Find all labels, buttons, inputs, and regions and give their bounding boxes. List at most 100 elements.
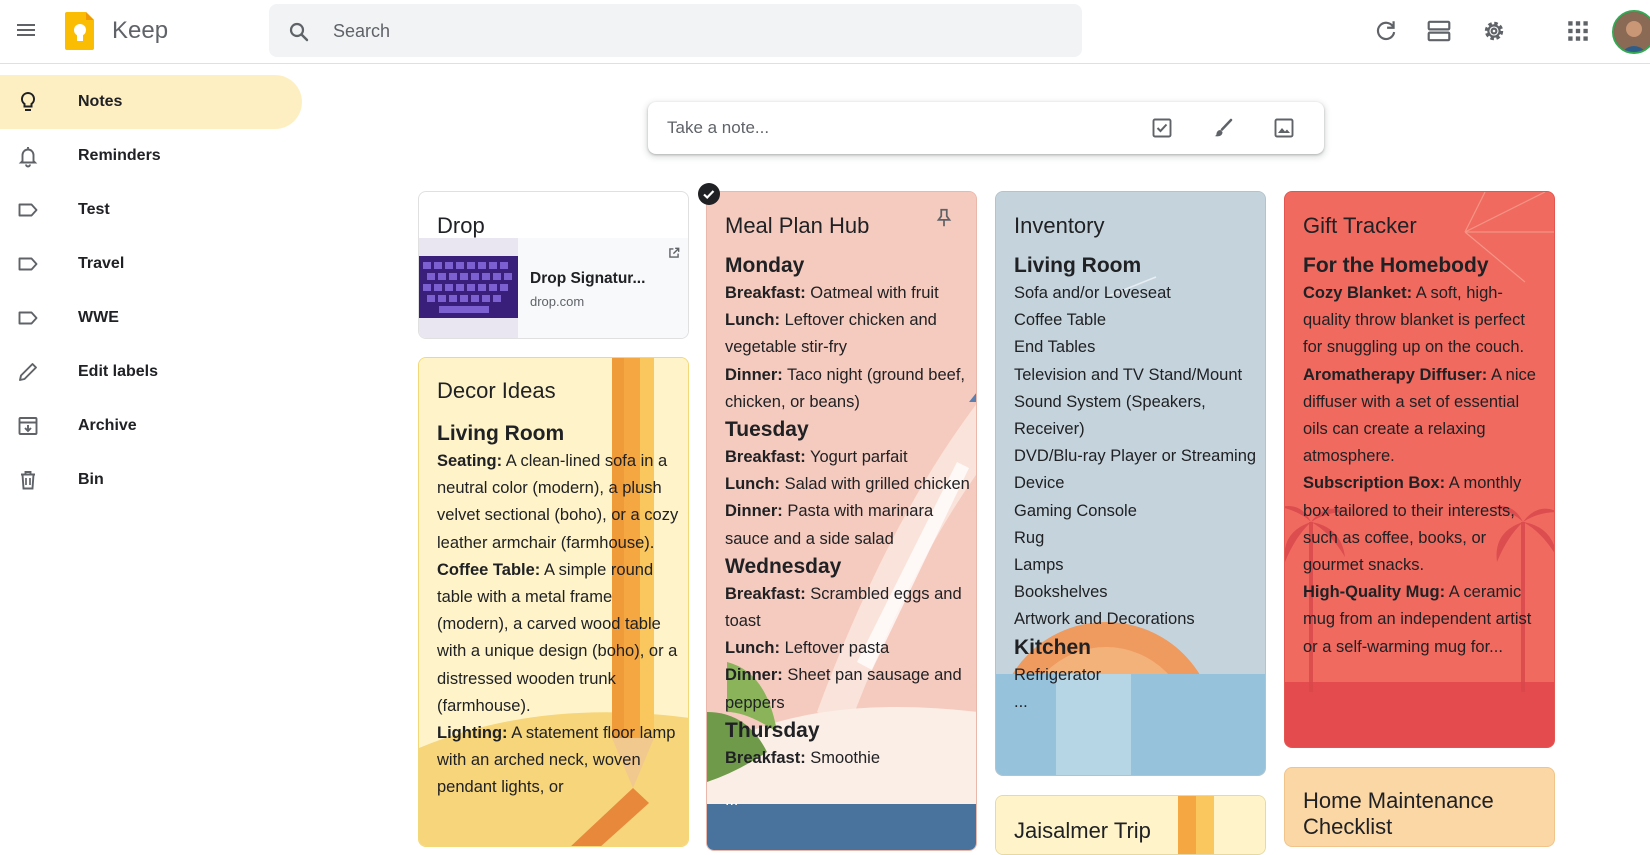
take-note-placeholder[interactable]: Take a note... xyxy=(667,102,769,154)
gift-entry: High-Quality Mug: A ceramic mug from an … xyxy=(1303,579,1545,661)
sidebar-item-label: Notes xyxy=(78,93,123,110)
main-menu-icon[interactable] xyxy=(14,18,38,42)
inventory-item: Sound System (Speakers, Receiver) xyxy=(1014,392,1206,439)
sidebar-item-notes[interactable]: Notes xyxy=(0,75,302,129)
meal-row: Dinner: Sheet pan sausage and peppers xyxy=(725,662,970,716)
search-input[interactable] xyxy=(331,4,1055,59)
open-link-icon[interactable] xyxy=(667,246,681,260)
meal-label: Breakfast: xyxy=(725,284,806,302)
trash-icon xyxy=(21,471,35,490)
keyboard-thumbnail xyxy=(419,238,518,338)
settings-icon[interactable] xyxy=(1481,18,1507,44)
note-paragraph: Seating: A clean-lined sofa in a neutral… xyxy=(437,448,679,557)
take-note-bar[interactable]: Take a note... xyxy=(648,102,1324,154)
meal-text: Leftover pasta xyxy=(780,639,890,658)
sidebar-item-archive[interactable]: Archive xyxy=(0,399,302,453)
note-label: Coffee Table: xyxy=(437,560,541,579)
inventory-item: DVD/Blu-ray Player or Streaming Device xyxy=(1014,447,1257,493)
link-domain: drop.com xyxy=(530,294,585,309)
keep-logo-icon[interactable] xyxy=(64,10,96,52)
sidebar-item-label: Reminders xyxy=(78,147,161,164)
note-home-maintenance[interactable]: Home Maintenance Checklist xyxy=(1284,767,1555,847)
select-check-icon[interactable] xyxy=(697,182,721,206)
inventory-item: Lamps xyxy=(1014,556,1064,575)
sidebar-item-wwe[interactable]: WWE xyxy=(0,291,302,345)
meal-row: Breakfast: Oatmeal with fruit xyxy=(725,280,970,307)
note-body: Monday Breakfast: Oatmeal with fruit Lun… xyxy=(725,252,970,772)
sidebar-item-label: Travel xyxy=(78,255,125,272)
section-heading: Kitchen xyxy=(1014,635,1092,659)
note-body: Living Room Sofa and/or Loveseat Coffee … xyxy=(1014,252,1259,716)
note-drop[interactable]: Drop Drop Signatur... drop.com xyxy=(418,191,689,339)
account-avatar[interactable] xyxy=(1612,10,1650,54)
pencil-icon xyxy=(19,363,37,381)
gift-label: Aromatherapy Diffuser: xyxy=(1303,365,1488,384)
meal-row: Dinner: Taco night (ground beef, chicken… xyxy=(725,362,970,416)
inventory-item: Artwork and Decorations xyxy=(1014,610,1195,629)
note-title: Drop xyxy=(437,213,485,238)
gift-label: High-Quality Mug: xyxy=(1303,583,1446,602)
note-label: Seating: xyxy=(437,452,503,470)
pin-icon[interactable] xyxy=(933,207,955,229)
sidebar-item-label: Test xyxy=(78,201,110,218)
bell-icon xyxy=(18,147,38,168)
image-icon[interactable] xyxy=(1272,116,1296,140)
label-icon xyxy=(18,257,38,271)
gift-entry: Aromatherapy Diffuser: A nice diffuser w… xyxy=(1303,362,1545,471)
inventory-item: Gaming Console xyxy=(1014,501,1137,520)
section-heading: Living Room xyxy=(1014,254,1142,277)
meal-text: Smoothie xyxy=(805,748,881,767)
inventory-item: Coffee Table xyxy=(1014,311,1107,330)
note-gift-tracker[interactable]: Gift Tracker For the Homebody Cozy Blank… xyxy=(1284,191,1555,748)
meal-row: Dinner: Pasta with marinara sauce and a … xyxy=(725,498,970,552)
new-list-icon[interactable] xyxy=(1150,116,1174,140)
note-label: Lighting: xyxy=(437,724,508,743)
meal-text: Salad with grilled chicken xyxy=(780,475,970,494)
meal-row: Lunch: Leftover chicken and vegetable st… xyxy=(725,307,970,361)
inventory-item: Bookshelves xyxy=(1014,583,1108,602)
meal-label: Breakfast: xyxy=(725,584,806,603)
note-jaisalmer-trip[interactable]: Jaisalmer Trip xyxy=(995,795,1266,855)
meal-label: Dinner: xyxy=(725,365,783,384)
app-title[interactable]: Keep xyxy=(112,16,168,46)
note-meal-plan-hub[interactable]: Meal Plan Hub Monday Breakfast: Oatmeal … xyxy=(706,191,977,851)
sidebar-item-label: Bin xyxy=(78,471,104,488)
inventory-item: Sofa and/or Loveseat xyxy=(1014,284,1171,302)
label-icon xyxy=(18,203,38,217)
search-bar[interactable] xyxy=(269,4,1082,59)
gift-label: Subscription Box: xyxy=(1303,474,1446,493)
sidebar-item-label: Edit labels xyxy=(78,363,159,380)
search-icon[interactable] xyxy=(287,20,311,44)
brush-icon[interactable] xyxy=(1211,116,1235,140)
link-title: Drop Signatur... xyxy=(530,270,646,287)
day-heading: Monday xyxy=(725,254,805,277)
note-decor-ideas[interactable]: Decor Ideas Living Room Seating: A clean… xyxy=(418,357,689,847)
sidebar-item-bin[interactable]: Bin xyxy=(0,453,302,507)
inventory-item: Television and TV Stand/Mount xyxy=(1014,365,1243,384)
meal-label: Dinner: xyxy=(725,666,783,685)
sidebar-item-edit-labels[interactable]: Edit labels xyxy=(0,345,302,399)
meal-label: Lunch: xyxy=(725,311,780,330)
archive-icon xyxy=(18,417,38,435)
meal-row: Lunch: Leftover pasta xyxy=(725,635,970,662)
gift-entry: Cozy Blanket: A soft, high-quality throw… xyxy=(1303,280,1545,362)
note-body: For the Homebody Cozy Blanket: A soft, h… xyxy=(1303,252,1545,661)
sidebar-item-label: WWE xyxy=(78,309,119,326)
link-preview[interactable]: Drop Signatur... drop.com xyxy=(419,238,688,338)
top-bar: Keep xyxy=(0,0,1650,64)
note-title: Home Maintenance Checklist xyxy=(1303,788,1494,839)
note-inventory[interactable]: Inventory Living Room Sofa and/or Lovese… xyxy=(995,191,1266,776)
list-view-icon[interactable] xyxy=(1426,18,1452,44)
sidebar-item-reminders[interactable]: Reminders xyxy=(0,129,302,183)
day-heading: Thursday xyxy=(725,718,820,742)
note-title: Gift Tracker xyxy=(1303,213,1417,238)
sidebar-item-travel[interactable]: Travel xyxy=(0,237,302,291)
gift-entry: Subscription Box: A monthly box tailored… xyxy=(1303,470,1545,579)
meal-text: Yogurt parfait xyxy=(805,448,908,467)
more-indicator: ... xyxy=(725,792,739,809)
apps-icon[interactable] xyxy=(1565,18,1591,44)
sidebar-item-test[interactable]: Test xyxy=(0,183,302,237)
inventory-item: Rug xyxy=(1014,528,1045,547)
refresh-icon[interactable] xyxy=(1373,18,1399,44)
meal-row: Breakfast: Yogurt parfait xyxy=(725,444,970,471)
